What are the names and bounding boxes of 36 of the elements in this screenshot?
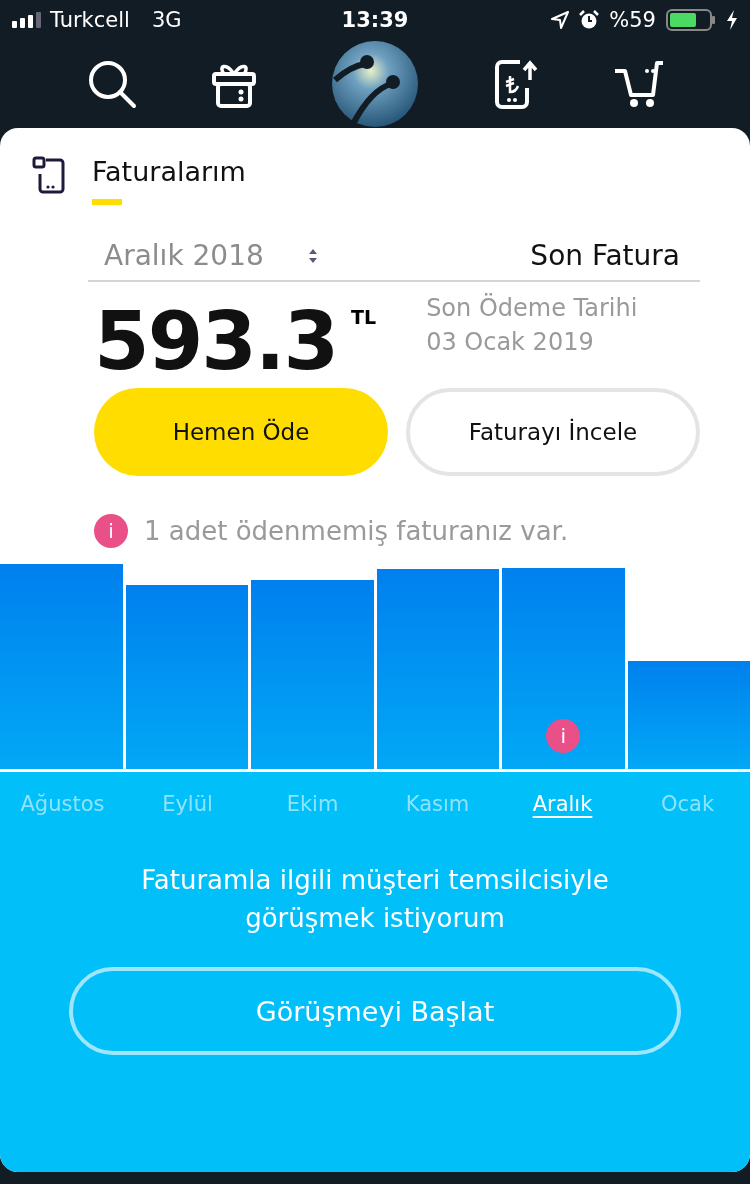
month-tab[interactable]: Eylül: [125, 772, 250, 828]
signal-icon: [12, 12, 42, 28]
charging-icon: [726, 10, 738, 30]
due-date: 03 Ocak 2019: [426, 328, 595, 356]
view-bill-button[interactable]: Faturayı İncele: [406, 388, 700, 476]
month-tab[interactable]: Ekim: [250, 772, 375, 828]
location-icon: [551, 11, 570, 29]
network-type: 3G: [151, 8, 182, 32]
month-tab[interactable]: Ağustos: [0, 772, 125, 828]
pay-now-button[interactable]: Hemen Öde: [94, 388, 388, 476]
start-chat-button[interactable]: Görüşmeyi Başlat: [69, 967, 681, 1056]
logo-icon[interactable]: [331, 40, 419, 128]
battery-icon: [666, 9, 716, 31]
search-icon[interactable]: [87, 59, 138, 109]
phone-lira-upload-icon[interactable]: [493, 58, 538, 110]
unpaid-notice: 1 adet ödenmemiş faturanız var.: [144, 516, 569, 546]
bill-amount: 593.3: [94, 302, 338, 382]
page-title: Faturalarım: [92, 156, 246, 187]
title-underline: [92, 199, 122, 205]
period-selector[interactable]: Aralık 2018: [104, 239, 318, 272]
battery-percent: %59: [609, 8, 656, 32]
alarm-icon: [579, 10, 600, 30]
support-message: Faturamla ilgili müşteri temsilcisiyle görüşmek istiyorum: [140, 864, 610, 935]
currency: TL: [351, 306, 377, 328]
month-tab[interactable]: Ocak: [625, 772, 750, 828]
bill-bar[interactable]: i: [502, 568, 625, 769]
info-badge: i: [546, 719, 581, 753]
clock: 13:39: [341, 8, 409, 32]
due-date-label: Son Ödeme Tarihi: [426, 294, 638, 322]
info-badge: i: [94, 514, 128, 548]
phone-bill-icon: [32, 156, 66, 194]
cart-icon[interactable]: [612, 59, 663, 109]
month-tab[interactable]: Kasım: [375, 772, 500, 828]
carrier-name: Turkcell: [50, 8, 130, 32]
bill-type: Son Fatura: [530, 239, 680, 272]
month-tab[interactable]: Aralık: [500, 772, 625, 828]
